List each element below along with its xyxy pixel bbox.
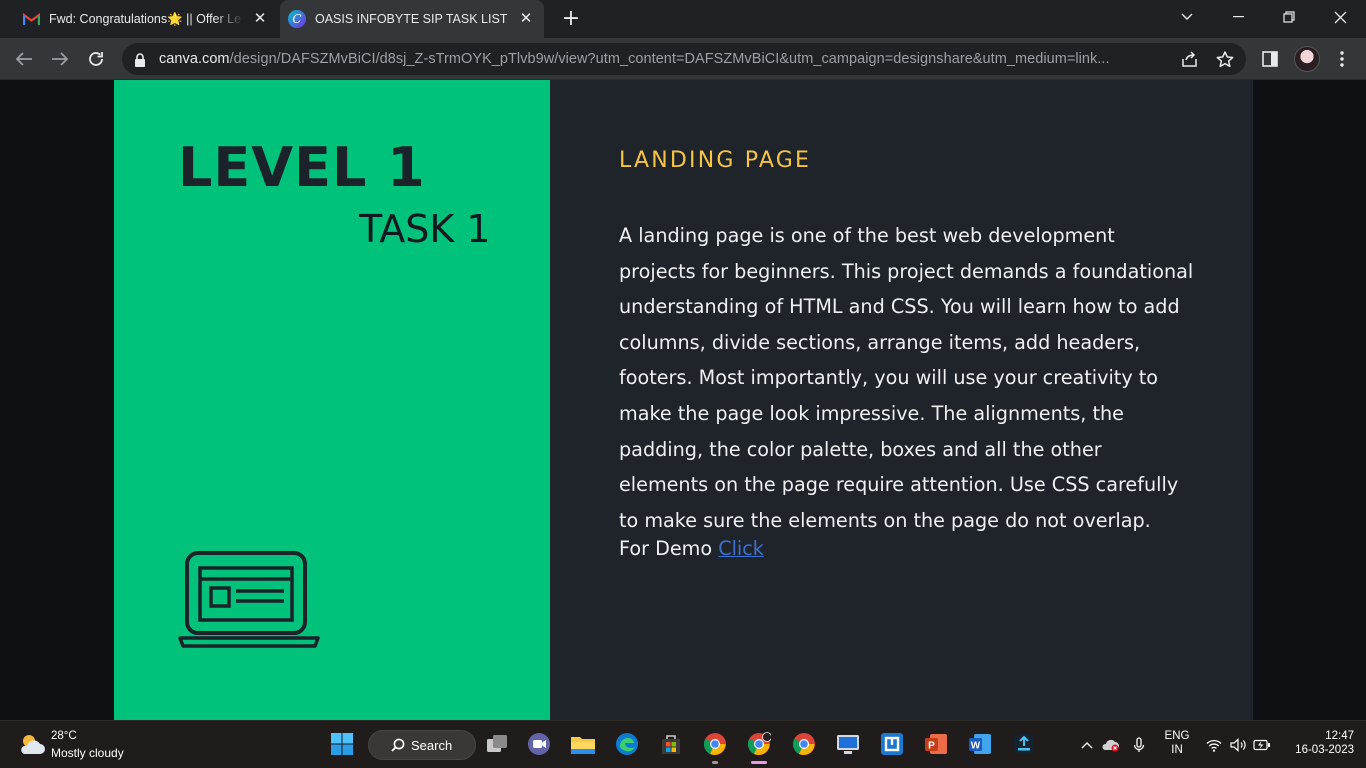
restore-button[interactable] — [1264, 0, 1314, 34]
microphone-icon[interactable] — [1130, 736, 1148, 754]
description-paragraph: A landing page is one of the best web de… — [619, 224, 1194, 532]
laptop-icon — [178, 551, 320, 648]
word-icon[interactable]: W — [967, 731, 993, 757]
weather-temp: 28°C — [51, 730, 77, 742]
lock-icon[interactable] — [134, 52, 148, 67]
new-tab-button[interactable]: + — [560, 8, 582, 30]
close-tab-icon[interactable]: ✕ — [252, 11, 268, 27]
task-subtitle: TASK 1 — [359, 207, 491, 251]
clock-date: 16-03-2023 — [1295, 744, 1354, 756]
url-host: canva.com — [159, 51, 230, 67]
file-explorer-icon[interactable] — [570, 731, 596, 757]
tab-search-icon[interactable] — [1162, 0, 1212, 34]
tab-gmail[interactable]: Fwd: Congratulations🌟 || Offer Le ✕ — [14, 0, 278, 38]
section-heading: LANDING PAGE — [619, 148, 812, 173]
weather-cloud-icon — [21, 735, 45, 754]
slide-right-panel: LANDING PAGE A landing page is one of th… — [550, 80, 1253, 720]
remote-desktop-icon[interactable] — [835, 731, 861, 757]
page-viewport: LEVEL 1 TASK 1 LANDING PAGE A landing pa… — [0, 80, 1366, 720]
chrome-profile-1-icon[interactable] — [702, 731, 728, 757]
chrome-profile-3-icon[interactable] — [791, 731, 817, 757]
volume-icon[interactable] — [1229, 736, 1247, 754]
show-hidden-icons-chevron-icon[interactable] — [1078, 736, 1096, 754]
search-label: Search — [411, 737, 453, 753]
url-path: /design/DAFSZMvBiCI/d8sj_Z-sTrmOYK_pTlvb… — [229, 51, 1110, 67]
slide-left-panel: LEVEL 1 TASK 1 — [114, 80, 550, 720]
windows-start-icon[interactable] — [329, 731, 355, 757]
tab-title: Fwd: Congratulations🌟 || Offer Le — [49, 11, 242, 26]
language-code: ENG — [1164, 730, 1190, 742]
bookmark-star-icon[interactable] — [1216, 50, 1234, 68]
teams-chat-icon[interactable] — [526, 731, 552, 757]
store-app-icon[interactable] — [879, 731, 905, 757]
svg-text:C: C — [292, 12, 301, 26]
minimize-button[interactable] — [1213, 0, 1263, 34]
windows-taskbar: 28°C Mostly cloudy Search P W ENG IN 12:… — [0, 720, 1366, 768]
profile-avatar[interactable] — [1294, 46, 1320, 72]
demo-link[interactable]: Click — [718, 537, 764, 560]
battery-charging-icon[interactable] — [1253, 736, 1271, 754]
close-tab-icon[interactable]: ✕ — [518, 11, 534, 27]
level-title: LEVEL 1 — [178, 136, 426, 199]
powerpoint-icon[interactable]: P — [923, 731, 949, 757]
clock[interactable]: 12:47 16-03-2023 — [1280, 730, 1354, 756]
svg-text:P: P — [928, 741, 935, 752]
weather-description: Mostly cloudy — [51, 746, 124, 760]
language-indicator[interactable]: ENG IN — [1162, 730, 1192, 756]
menu-kebab-icon[interactable] — [1331, 48, 1353, 70]
back-button[interactable] — [13, 48, 35, 70]
reload-button[interactable] — [85, 48, 107, 70]
tab-canva[interactable]: C OASIS INFOBYTE SIP TASK LIST ✕ — [280, 0, 544, 38]
side-panel-icon[interactable] — [1259, 48, 1281, 70]
edge-browser-icon[interactable] — [614, 731, 640, 757]
browser-toolbar: canva.com/design/DAFSZMvBiCI/d8sj_Z-sTrm… — [0, 38, 1366, 80]
url-text: canva.com/design/DAFSZMvBiCI/d8sj_Z-sTrm… — [159, 51, 1159, 67]
taskbar-search[interactable]: Search — [368, 730, 476, 760]
canva-icon: C — [288, 10, 306, 28]
microsoft-store-icon[interactable] — [658, 731, 684, 757]
onedrive-error-icon[interactable] — [1102, 736, 1120, 754]
gmail-icon — [22, 10, 40, 28]
forward-button[interactable] — [49, 48, 71, 70]
task-view-icon[interactable] — [484, 731, 510, 757]
chrome-profile-2-icon[interactable] — [746, 731, 772, 757]
address-bar[interactable]: canva.com/design/DAFSZMvBiCI/d8sj_Z-sTrm… — [122, 43, 1246, 75]
upload-app-icon[interactable] — [1011, 731, 1037, 757]
tab-title: OASIS INFOBYTE SIP TASK LIST — [315, 12, 508, 26]
browser-tab-strip: Fwd: Congratulations🌟 || Offer Le ✕ C OA… — [0, 0, 1366, 38]
wifi-icon[interactable] — [1205, 736, 1223, 754]
language-region: IN — [1171, 744, 1183, 756]
share-icon[interactable] — [1180, 50, 1198, 68]
svg-text:W: W — [971, 741, 981, 752]
search-icon — [391, 738, 405, 752]
clock-time: 12:47 — [1325, 730, 1354, 742]
demo-line: For Demo Click — [619, 537, 764, 560]
close-window-button[interactable] — [1315, 0, 1365, 34]
demo-label: For Demo — [619, 537, 713, 560]
